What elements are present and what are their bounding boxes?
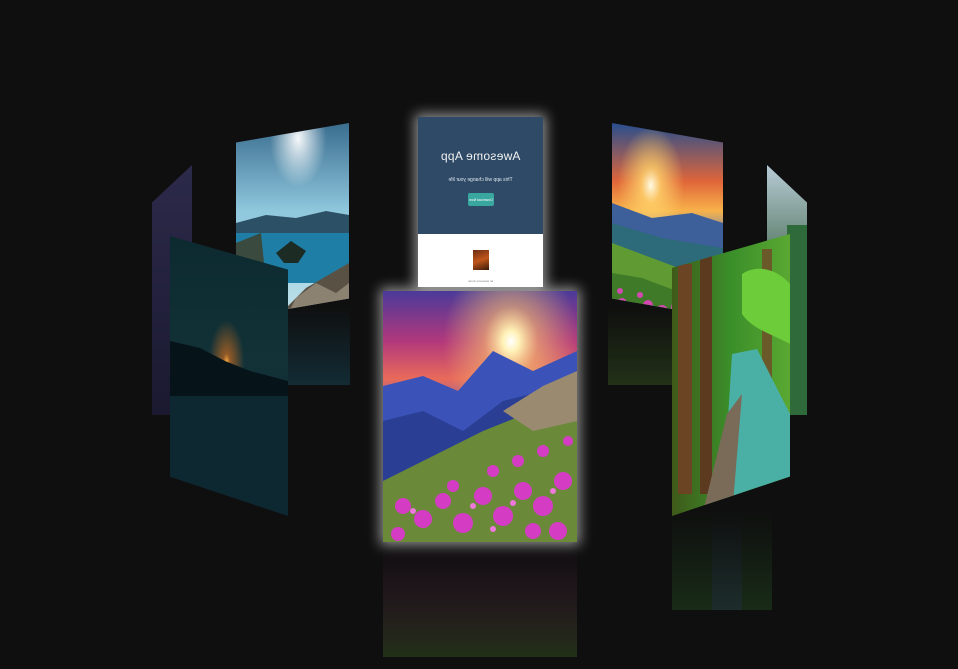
app-footer-text: an awesome footer — [467, 279, 494, 283]
app-title: Awesome App — [440, 149, 521, 163]
card-flower-mountain-sunrise[interactable] — [383, 291, 577, 542]
reflection-valley-card — [608, 305, 678, 385]
reflection-forest-card — [672, 510, 772, 610]
app-header-section — [418, 117, 543, 234]
reflection-flower-card — [383, 547, 577, 657]
card-awesome-app[interactable]: Awesome App This app will change your li… — [418, 117, 543, 287]
card-forest-stream[interactable] — [672, 234, 790, 516]
night-lake-image — [170, 236, 288, 516]
app-download-button[interactable]: Download Now — [467, 193, 494, 206]
reflection-lake-card — [282, 305, 350, 385]
app-thumbnail-image — [472, 250, 489, 270]
carousel-stage: Awesome App This app will change your li… — [0, 0, 958, 669]
flower-mountain-sunrise-image — [383, 291, 577, 542]
card-night-lake[interactable] — [170, 236, 288, 516]
app-tagline: This app will change your life — [448, 177, 513, 183]
forest-stream-image — [672, 234, 790, 516]
